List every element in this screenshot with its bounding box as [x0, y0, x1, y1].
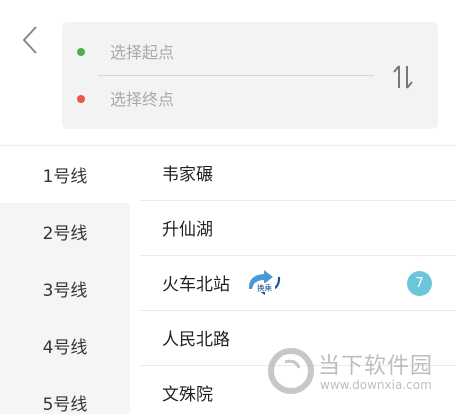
back-button[interactable] — [14, 22, 46, 58]
end-input[interactable] — [110, 84, 360, 114]
route-header — [0, 0, 456, 146]
subway-route-page: 1号线 2号线 3号线 4号线 5号线 韦家碾 升仙湖 火车北站 换乘 7 人民… — [0, 0, 456, 414]
station-name: 文殊院 — [162, 385, 213, 405]
station-name: 火车北站 — [162, 275, 230, 295]
line-item-1[interactable]: 1号线 — [0, 146, 130, 203]
swap-button[interactable] — [388, 60, 418, 94]
swap-vertical-icon — [393, 65, 413, 89]
station-name: 人民北路 — [162, 330, 230, 350]
line-item-2[interactable]: 2号线 — [0, 203, 130, 260]
end-dot — [77, 95, 85, 103]
station-row[interactable]: 文殊院 — [140, 366, 456, 414]
station-name: 升仙湖 — [162, 220, 213, 240]
route-input-card — [62, 22, 438, 129]
line-item-3[interactable]: 3号线 — [0, 260, 130, 317]
station-row[interactable]: 韦家碾 — [140, 146, 456, 201]
transfer-text: 换乘 — [257, 283, 272, 293]
transfer-icon: 换乘 — [248, 270, 281, 295]
station-row[interactable]: 火车北站 换乘 7 — [140, 256, 456, 311]
station-row[interactable]: 人民北路 — [140, 311, 456, 366]
station-list: 韦家碾 升仙湖 火车北站 换乘 7 人民北路 文殊院 — [140, 146, 456, 414]
start-row — [62, 29, 374, 75]
station-row[interactable]: 升仙湖 — [140, 201, 456, 256]
end-row — [62, 76, 374, 122]
line-list: 1号线 2号线 3号线 4号线 5号线 — [0, 146, 130, 414]
transfer-count-badge: 7 — [407, 271, 432, 296]
station-name: 韦家碾 — [162, 165, 213, 185]
chevron-left-icon — [22, 26, 37, 54]
start-input[interactable] — [110, 37, 360, 67]
start-dot — [77, 48, 85, 56]
line-item-4[interactable]: 4号线 — [0, 317, 130, 374]
line-item-5[interactable]: 5号线 — [0, 374, 130, 414]
